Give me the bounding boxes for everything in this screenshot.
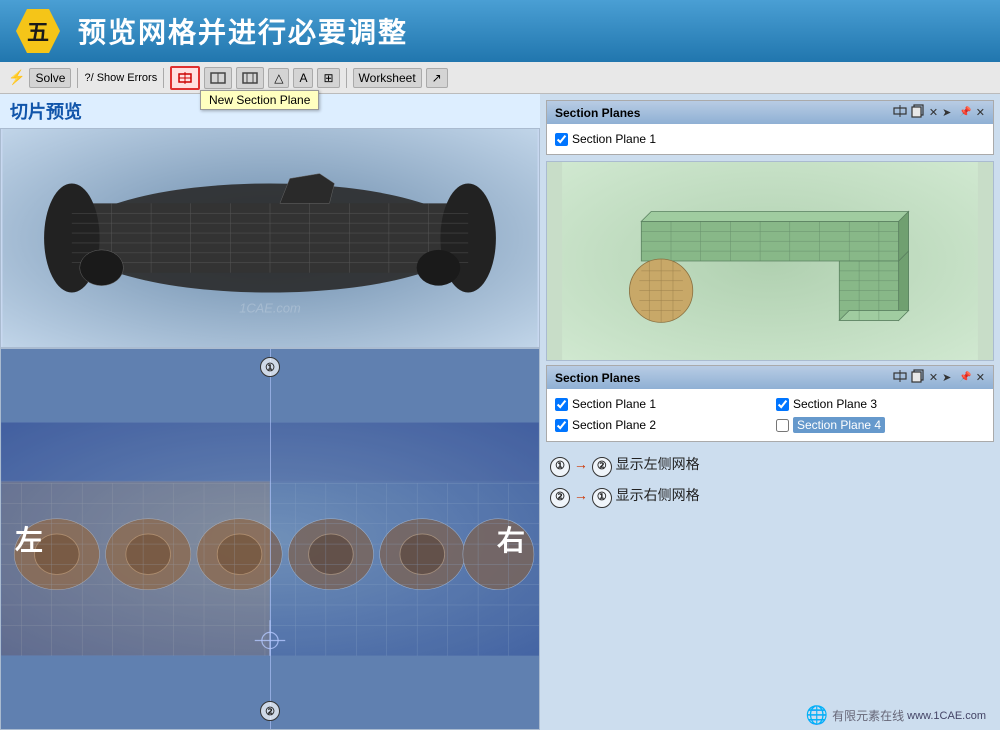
section-plane-1-checkbox-top[interactable] bbox=[555, 133, 568, 146]
info-line-2: ② → ① 显示右侧网格 bbox=[550, 483, 990, 508]
info-arrow-2: → bbox=[574, 487, 588, 503]
copy-icon bbox=[911, 104, 925, 118]
section-plane-2-row: Section Plane 2 bbox=[555, 417, 764, 433]
panel-delete-btn-top[interactable]: ✕ bbox=[929, 106, 938, 119]
section-plane-4-row: Section Plane 4 bbox=[776, 417, 985, 433]
section-badge: 五 bbox=[16, 9, 60, 53]
panel-title-top-label: Section Planes bbox=[555, 106, 640, 120]
content-area: 切片预览 bbox=[0, 94, 1000, 730]
toolbar-btn-2[interactable] bbox=[204, 67, 232, 89]
panel-delete-btn-bottom[interactable]: ✕ bbox=[929, 371, 938, 384]
dark-mesh-svg: 1CAE.com bbox=[1, 129, 539, 347]
info-circle-2: ② bbox=[592, 457, 612, 477]
slice-preview-label: 切片预览 bbox=[10, 98, 82, 124]
bottom-section-view: ① ② 左 右 bbox=[0, 348, 540, 730]
section-plane-1-label-top: Section Plane 1 bbox=[572, 132, 656, 146]
panel-move-btn-top[interactable]: ➤ bbox=[942, 106, 951, 119]
section-planes-panel-bottom: Section Planes bbox=[546, 365, 994, 442]
info-circle-4: ① bbox=[592, 488, 612, 508]
copy-icon-2 bbox=[911, 369, 925, 383]
info-text-area: ① → ② 显示左侧网格 ② → ① 显示右侧网格 bbox=[546, 446, 994, 514]
toolbar-icon-3 bbox=[242, 70, 258, 86]
panel-body-bottom: Section Plane 1 Section Plane 3 Section … bbox=[547, 389, 993, 441]
info-circle-3: ② bbox=[550, 488, 570, 508]
panel-close-btn-bottom[interactable]: ✕ bbox=[976, 371, 985, 384]
info-circle-1: ① bbox=[550, 457, 570, 477]
section-plane-icon bbox=[177, 70, 193, 86]
info-line-1: ① → ② 显示左侧网格 bbox=[550, 452, 990, 477]
logo-area: 🌐 有限元素在线 www.1CAE.com bbox=[546, 701, 994, 730]
section-plane-4-checkbox[interactable] bbox=[776, 419, 789, 432]
section-plane-3-checkbox[interactable] bbox=[776, 398, 789, 411]
svg-text:1CAE.com: 1CAE.com bbox=[239, 300, 301, 315]
bottom-right-area: Section Planes bbox=[540, 365, 1000, 730]
section-plane-1-checkbox[interactable] bbox=[555, 398, 568, 411]
add-plane-icon-2 bbox=[893, 369, 907, 383]
top-right-3d-view bbox=[546, 161, 994, 361]
solve-icon: ⚡ bbox=[8, 69, 25, 86]
panel-add-btn-top[interactable] bbox=[893, 104, 907, 121]
toolbar-separator-3 bbox=[346, 68, 347, 88]
add-plane-icon bbox=[893, 104, 907, 118]
section-plane-1-row: Section Plane 1 bbox=[555, 397, 764, 411]
panel-actions-top: ✕ ➤ 📌 ✕ bbox=[893, 104, 985, 121]
cursor-button[interactable]: ↗ bbox=[426, 68, 448, 88]
section-plane-3-row: Section Plane 3 bbox=[776, 397, 985, 411]
panel-copy-btn-bottom[interactable] bbox=[911, 369, 925, 386]
toolbar-separator-1 bbox=[77, 68, 78, 88]
info-arrow-1: → bbox=[574, 456, 588, 472]
section-num-bottom: ② bbox=[260, 701, 280, 721]
panel-title-bar-top: Section Planes ✕ bbox=[547, 101, 993, 124]
show-errors-label: ?/ Show Errors bbox=[84, 72, 157, 84]
toolbar-btn-6[interactable]: ⊞ bbox=[317, 68, 339, 88]
panel-add-btn-bottom[interactable] bbox=[893, 369, 907, 386]
toolbar-btn-5[interactable]: A bbox=[293, 68, 313, 88]
panel-move-btn-bottom[interactable]: ➤ bbox=[942, 371, 951, 384]
page-header: 五 预览网格并进行必要调整 bbox=[0, 0, 1000, 62]
section-plane-3-label: Section Plane 3 bbox=[793, 397, 877, 411]
green-mesh-svg bbox=[547, 162, 993, 360]
toolbar-btn-4[interactable]: △ bbox=[268, 68, 289, 88]
info-text-1: 显示左侧网格 bbox=[616, 456, 700, 472]
toolbar-btn-3[interactable] bbox=[236, 67, 264, 89]
section-plane-1-label: Section Plane 1 bbox=[572, 397, 656, 411]
top-3d-view: 1CAE.com bbox=[0, 128, 540, 348]
toolbar-separator-2 bbox=[163, 68, 164, 88]
panel-pin-btn-bottom[interactable]: 📌 bbox=[959, 372, 971, 383]
new-section-plane-tooltip: New Section Plane bbox=[200, 90, 319, 110]
panel-pin-btn-top[interactable]: 📌 bbox=[959, 107, 971, 118]
panel-actions-bottom: ✕ ➤ 📌 ✕ bbox=[893, 369, 985, 386]
panel-copy-btn-top[interactable] bbox=[911, 104, 925, 121]
panel-title-bottom-label: Section Planes bbox=[555, 371, 640, 385]
overlay-right-label: 右 bbox=[497, 519, 525, 559]
section-num-top: ① bbox=[260, 357, 280, 377]
logo-icon: 🌐 bbox=[806, 705, 828, 726]
logo-url: www.1CAE.com bbox=[907, 710, 986, 722]
solve-button[interactable]: Solve bbox=[29, 68, 71, 88]
page-title: 预览网格并进行必要调整 bbox=[78, 11, 408, 51]
logo-text: 有限元素在线 bbox=[832, 707, 904, 724]
left-column: 切片预览 bbox=[0, 94, 540, 730]
section-plane-2-checkbox[interactable] bbox=[555, 419, 568, 432]
right-column: Section Planes ✕ bbox=[540, 94, 1000, 730]
overlay-left-label: 左 bbox=[15, 519, 43, 559]
new-section-plane-button[interactable] bbox=[170, 66, 200, 90]
section-planes-panel-top: Section Planes ✕ bbox=[546, 100, 994, 155]
toolbar: ⚡ Solve ?/ Show Errors △ A ⊞ Worksheet ↗… bbox=[0, 62, 1000, 94]
panel-title-bar-bottom: Section Planes bbox=[547, 366, 993, 389]
section-plane-1-row-top: Section Plane 1 bbox=[555, 132, 985, 146]
section-plane-2-label: Section Plane 2 bbox=[572, 418, 656, 432]
info-text-2: 显示右侧网格 bbox=[616, 487, 700, 503]
vertical-divider-line bbox=[270, 349, 271, 729]
worksheet-button[interactable]: Worksheet bbox=[353, 68, 422, 88]
panel-body-top: Section Plane 1 bbox=[547, 124, 993, 154]
section-plane-4-label: Section Plane 4 bbox=[793, 417, 885, 433]
toolbar-icon-2 bbox=[210, 70, 226, 86]
panel-close-btn-top[interactable]: ✕ bbox=[976, 106, 985, 119]
